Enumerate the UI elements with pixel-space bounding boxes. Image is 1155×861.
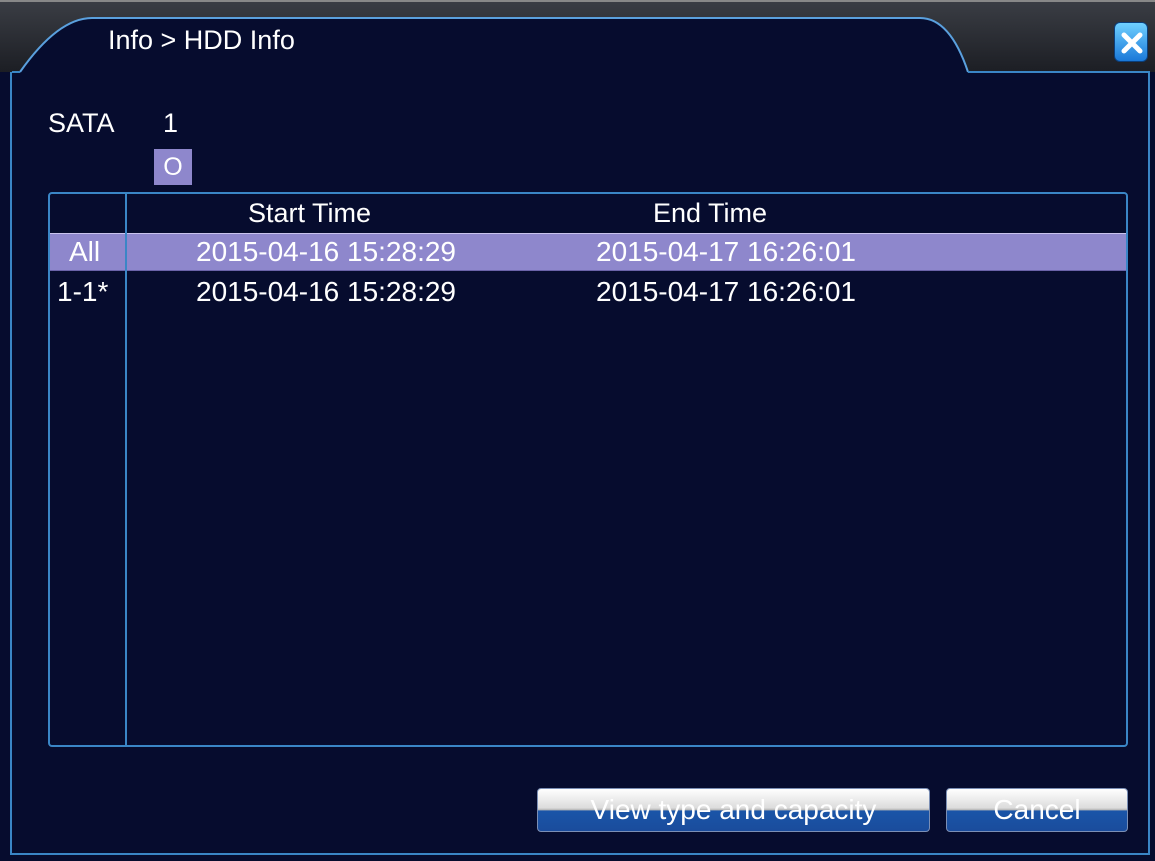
disk-type-label: SATA bbox=[48, 108, 115, 138]
cancel-button[interactable]: Cancel bbox=[946, 788, 1128, 832]
window-title: Info > HDD Info bbox=[108, 25, 295, 55]
row-start-time[interactable]: 2015-04-16 15:28:29 bbox=[196, 276, 456, 308]
view-type-capacity-button[interactable]: View type and capacity bbox=[537, 788, 930, 832]
view-type-capacity-label: View type and capacity bbox=[590, 794, 877, 825]
hdd-info-window: Info > HDD Info SATA 1 O Start Time End … bbox=[0, 0, 1155, 861]
column-header-end-time: End Time bbox=[653, 198, 768, 228]
title-bar: Info > HDD Info bbox=[0, 0, 1155, 74]
row-id[interactable]: All bbox=[69, 236, 100, 268]
table-column-divider bbox=[125, 192, 127, 747]
disk-status-badge[interactable]: O bbox=[154, 149, 192, 185]
close-button[interactable] bbox=[1114, 22, 1148, 62]
row-id[interactable]: 1-1* bbox=[57, 276, 108, 308]
column-header-start-time: Start Time bbox=[248, 198, 372, 228]
row-end-time[interactable]: 2015-04-17 16:26:01 bbox=[596, 236, 856, 268]
row-start-time[interactable]: 2015-04-16 15:28:29 bbox=[196, 236, 456, 268]
row-end-time[interactable]: 2015-04-17 16:26:01 bbox=[596, 276, 856, 308]
disk-number: 1 bbox=[163, 108, 179, 138]
cancel-label: Cancel bbox=[993, 794, 1081, 825]
close-icon bbox=[1121, 32, 1143, 54]
